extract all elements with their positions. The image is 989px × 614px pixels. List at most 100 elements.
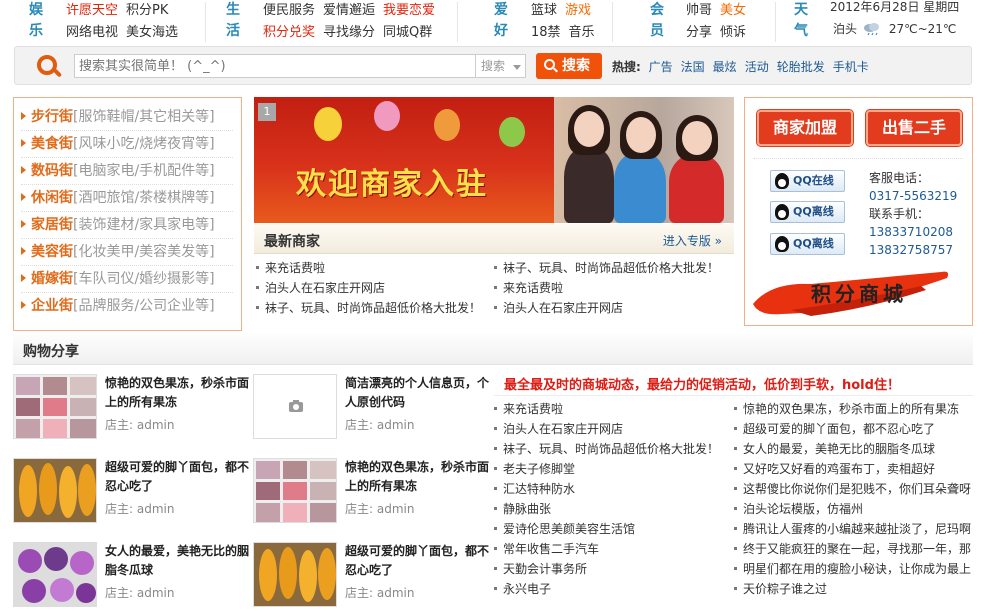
list-item[interactable]: 明星们都在用的瘦脸小秘诀，让你成为最上 xyxy=(734,559,979,579)
street-item[interactable]: 企业街[品牌服务/公司企业等] xyxy=(21,293,233,320)
list-item[interactable]: 又好吃又好看的鸡蛋布丁，卖相超好 xyxy=(734,459,979,479)
product-thumbnail[interactable] xyxy=(13,458,97,523)
share-card[interactable]: 惊艳的双色果冻，秒杀市面上的所有果冻 店主: admin xyxy=(253,458,493,528)
list-item[interactable]: 超级可爱的脚丫面包，都不忍心吃了 xyxy=(734,419,979,439)
list-item[interactable]: 来充话费啦 xyxy=(494,278,719,298)
list-item[interactable]: 袜子、玩具、时尚饰品超低价格大批发！ xyxy=(494,258,719,278)
product-thumbnail[interactable] xyxy=(253,542,337,607)
card-title[interactable]: 超级可爱的脚丫面包，都不忍心吃了 xyxy=(105,458,253,496)
product-thumbnail[interactable] xyxy=(13,374,97,439)
balloon-image xyxy=(434,109,460,141)
more-link[interactable]: 进入专版 » xyxy=(663,232,722,249)
points-mall-banner[interactable]: 积分商城 xyxy=(751,264,961,320)
search-type-select[interactable]: 搜索 xyxy=(476,54,526,78)
promo-list-right: 惊艳的双色果冻，秒杀市面上的所有果冻 超级可爱的脚丫面包，都不忍心吃了 女人的最… xyxy=(734,399,979,599)
list-item[interactable]: 腾讯让人蛋疼的小编越来越扯淡了，尼玛啊 xyxy=(734,519,979,539)
product-thumbnail[interactable] xyxy=(253,458,337,523)
list-item[interactable]: 常年收售二手汽车 xyxy=(494,539,726,559)
nav-link[interactable]: 倾诉 xyxy=(720,25,746,40)
nav-link[interactable]: 寻找缘分 xyxy=(323,25,375,40)
list-item[interactable]: 袜子、玩具、时尚饰品超低价格大批发！ xyxy=(494,439,726,459)
list-item[interactable]: 泊头人在石家庄开网店 xyxy=(494,419,726,439)
sell-secondhand-button[interactable]: 出售二手 xyxy=(865,109,963,147)
nav-link[interactable]: 帅哥 xyxy=(686,3,712,18)
street-item[interactable]: 休闲街[酒吧旅馆/茶楼棋牌等] xyxy=(21,185,233,212)
qq-offline-button[interactable]: QQ离线 xyxy=(770,201,845,223)
nav-link[interactable]: 爱情邂逅 xyxy=(323,3,375,18)
nav-link[interactable]: 美女海选 xyxy=(126,25,178,40)
nav-link[interactable]: 许愿天空 xyxy=(66,3,118,18)
nav-link[interactable]: 篮球 xyxy=(531,3,557,18)
banner-slide-indicator[interactable]: 1 xyxy=(258,103,276,121)
hot-search-link[interactable]: 广告 xyxy=(649,60,673,74)
list-item[interactable]: 泊头人在石家庄开网店 xyxy=(494,298,719,318)
street-item[interactable]: 数码街[电脑家电/手机配件等] xyxy=(21,158,233,185)
share-card[interactable]: 惊艳的双色果冻，秒杀市面上的所有果冻 店主: admin xyxy=(13,374,253,444)
share-card[interactable]: 简洁漂亮的个人信息页，个人原创代码 店主: admin xyxy=(253,374,493,444)
banner-carousel[interactable]: 欢迎商家入驻 1 xyxy=(254,97,734,223)
nav-link[interactable]: 分享 xyxy=(686,25,712,40)
merchant-join-button[interactable]: 商家加盟 xyxy=(756,109,854,147)
hot-search-link[interactable]: 手机卡 xyxy=(833,60,869,74)
nav-divider xyxy=(612,2,613,42)
nav-link[interactable]: 网络电视 xyxy=(66,25,118,40)
hot-search-link[interactable]: 法国 xyxy=(681,60,705,74)
list-item[interactable]: 静脉曲张 xyxy=(494,499,726,519)
nav-link[interactable]: 18禁 xyxy=(531,25,561,40)
nav-link[interactable]: 同城Q群 xyxy=(383,25,432,40)
card-title[interactable]: 惊艳的双色果冻，秒杀市面上的所有果冻 xyxy=(105,374,253,412)
nav-link[interactable]: 美女 xyxy=(720,3,746,18)
nav-category-life: 生活 xyxy=(226,2,240,39)
card-title[interactable]: 超级可爱的脚丫面包，都不忍心吃了 xyxy=(345,542,493,580)
card-title[interactable]: 惊艳的双色果冻，秒杀市面上的所有果冻 xyxy=(345,458,493,496)
list-item[interactable]: 爱诗伦思美颜美容生活馆 xyxy=(494,519,726,539)
list-item[interactable]: 女人的最爱，美艳无比的胭脂冬瓜球 xyxy=(734,439,979,459)
product-thumbnail[interactable] xyxy=(13,542,97,607)
share-card[interactable]: 超级可爱的脚丫面包，都不忍心吃了 店主: admin xyxy=(13,458,253,528)
hot-searches: 热搜: 广告 法国 最炫 活动 轮胎批发 手机卡 xyxy=(612,58,877,75)
list-item[interactable]: 来充话费啦 xyxy=(494,399,726,419)
card-title[interactable]: 简洁漂亮的个人信息页，个人原创代码 xyxy=(345,374,493,412)
list-item[interactable]: 天价粽子谁之过 xyxy=(734,579,979,599)
list-item[interactable]: 泊头人在石家庄开网店 xyxy=(256,278,481,298)
nav-divider xyxy=(775,2,776,42)
street-item[interactable]: 婚嫁街[车队司仪/婚纱摄影等] xyxy=(21,266,233,293)
share-card[interactable]: 女人的最爱，美艳无比的胭脂冬瓜球 店主: admin xyxy=(13,542,253,612)
nav-link[interactable]: 积分兑奖 xyxy=(263,25,315,40)
hot-label: 热搜: xyxy=(612,60,641,74)
list-item[interactable]: 老夫子修脚堂 xyxy=(494,459,726,479)
nav-link[interactable]: 音乐 xyxy=(569,25,595,40)
qq-penguin-icon xyxy=(775,173,789,189)
hot-search-link[interactable]: 活动 xyxy=(745,60,769,74)
list-item[interactable]: 汇达特种防水 xyxy=(494,479,726,499)
list-item[interactable]: 终于又能疯狂的聚在一起，寻找那一年，那 xyxy=(734,539,979,559)
product-thumbnail[interactable] xyxy=(253,374,337,439)
search-button[interactable]: 搜索 xyxy=(536,53,602,79)
nav-link[interactable]: 游戏 xyxy=(565,3,591,18)
points-mall-text: 积分商城 xyxy=(811,282,907,306)
nav-link[interactable]: 便民服务 xyxy=(263,3,315,18)
nav-category-weather: 天气 xyxy=(794,2,808,39)
list-item[interactable]: 来充话费啦 xyxy=(256,258,481,278)
share-card[interactable]: 超级可爱的脚丫面包，都不忍心吃了 店主: admin xyxy=(253,542,493,612)
list-item[interactable]: 这帮傻比你说你们是犯贱不，你们耳朵聋呀 xyxy=(734,479,979,499)
list-item[interactable]: 袜子、玩具、时尚饰品超低价格大批发！ xyxy=(256,298,481,318)
list-item[interactable]: 泊头论坛模版，仿福州 xyxy=(734,499,979,519)
street-item[interactable]: 家居街[装饰建材/家具家电等] xyxy=(21,212,233,239)
hot-search-link[interactable]: 轮胎批发 xyxy=(777,60,825,74)
street-item[interactable]: 美食街[风味小吃/烧烤夜宵等] xyxy=(21,131,233,158)
card-title[interactable]: 女人的最爱，美艳无比的胭脂冬瓜球 xyxy=(105,542,253,580)
nav-link[interactable]: 我要恋爱 xyxy=(383,3,435,18)
street-item[interactable]: 美容街[化妆美甲/美容美发等] xyxy=(21,239,233,266)
search-input[interactable] xyxy=(74,54,476,78)
hot-search-link[interactable]: 最炫 xyxy=(713,60,737,74)
mobile-number: 13833710208 xyxy=(869,225,953,239)
street-item[interactable]: 步行街[服饰鞋帽/其它相关等] xyxy=(21,104,233,131)
qq-offline-button[interactable]: QQ离线 xyxy=(770,233,845,255)
promo-title: 最全最及时的商城动态，最给力的促销活动，低价到手软，hold住！ xyxy=(504,378,900,393)
list-item[interactable]: 天勤会计事务所 xyxy=(494,559,726,579)
nav-link[interactable]: 积分PK xyxy=(126,3,168,18)
qq-online-button[interactable]: QQ在线 xyxy=(770,170,845,192)
list-item[interactable]: 惊艳的双色果冻，秒杀市面上的所有果冻 xyxy=(734,399,979,419)
list-item[interactable]: 永兴电子 xyxy=(494,579,726,599)
